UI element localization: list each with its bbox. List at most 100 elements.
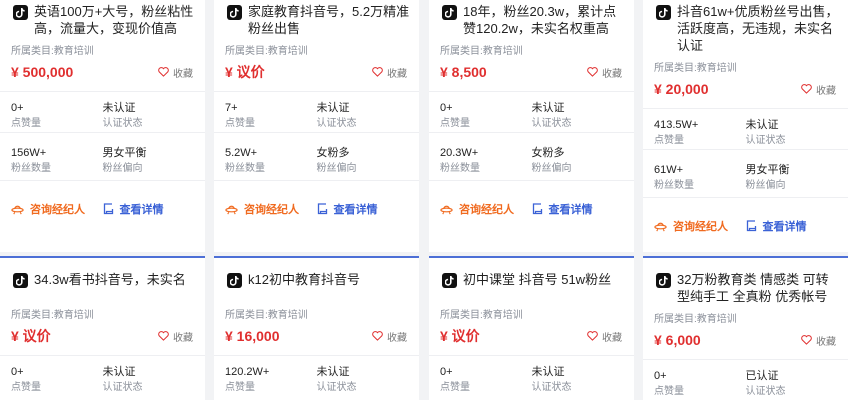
fans-label: 粉丝数量 [654, 180, 694, 191]
likes-value: 413.5W+ [654, 119, 699, 131]
document-icon [317, 203, 327, 215]
heart-icon [587, 331, 598, 341]
card-title[interactable]: 初中课堂 抖音号 51w粉丝 [463, 271, 611, 288]
listing-card[interactable]: 家庭教育抖音号，5.2万精准粉丝出售 所属类目:教育培训 ¥ 议价 收藏 7+ 点… [214, 0, 419, 252]
favorite-button[interactable]: 收藏 [801, 333, 836, 348]
listing-card[interactable]: 英语100万+大号，粉丝粘性高，流量大，变现价值高 所属类目:教育培训 ¥ 50… [0, 0, 205, 252]
card-category: 所属类目:教育培训 [11, 46, 94, 57]
document-icon [532, 203, 542, 215]
likes-value: 120.2W+ [225, 366, 270, 378]
likes-label: 点赞量 [440, 118, 470, 129]
consult-agent-button[interactable]: 咨询经纪人 [654, 218, 746, 234]
heart-icon [372, 331, 383, 341]
cert-value: 未认证 [531, 102, 565, 114]
bias-value: 男女平衡 [102, 147, 147, 159]
likes-value: 0+ [654, 370, 667, 382]
document-icon [746, 220, 756, 232]
heart-icon [372, 67, 383, 77]
card-title[interactable]: 34.3w看书抖音号，未实名 [34, 271, 186, 288]
listing-card[interactable]: 抖音61w+优质粉丝号出售，活跃度高，无违规，未实名认证 所属类目:教育培训 ¥… [643, 0, 848, 252]
douyin-icon [227, 273, 242, 288]
consult-agent-button[interactable]: 咨询经纪人 [440, 201, 532, 217]
card-title[interactable]: 32万粉教育类 情感类 可转型纯手工 全真粉 优秀帐号 [677, 271, 840, 305]
heart-icon [801, 335, 812, 345]
likes-value: 7+ [225, 102, 238, 114]
cert-value: 未认证 [316, 366, 350, 378]
view-detail-button[interactable]: 查看详情 [532, 201, 624, 217]
cert-value: 未认证 [316, 102, 350, 114]
cert-label: 认证状态 [745, 386, 786, 397]
cert-value: 未认证 [102, 366, 136, 378]
bias-label: 粉丝偏向 [531, 163, 572, 174]
fans-value: 20.3W+ [440, 147, 479, 159]
ufo-icon [654, 222, 667, 231]
card-price: ¥ 议价 [440, 328, 480, 344]
card-category: 所属类目:教育培训 [225, 46, 308, 57]
bias-value: 女粉多 [316, 147, 350, 159]
favorite-button[interactable]: 收藏 [587, 329, 622, 344]
favorite-button[interactable]: 收藏 [372, 329, 407, 344]
bias-label: 粉丝偏向 [745, 180, 786, 191]
card-category: 所属类目:教育培训 [225, 310, 308, 321]
douyin-icon [13, 5, 28, 20]
card-category: 所属类目:教育培训 [654, 63, 737, 74]
card-title-row: k12初中教育抖音号 [214, 271, 419, 288]
card-category: 所属类目:教育培训 [440, 310, 523, 321]
card-title-row: 抖音61w+优质粉丝号出售，活跃度高，无违规，未实名认证 [643, 3, 848, 54]
favorite-button[interactable]: 收藏 [158, 329, 193, 344]
card-title[interactable]: k12初中教育抖音号 [248, 271, 360, 288]
view-detail-button[interactable]: 查看详情 [746, 218, 838, 234]
cert-label: 认证状态 [531, 118, 572, 129]
card-title-row: 32万粉教育类 情感类 可转型纯手工 全真粉 优秀帐号 [643, 271, 848, 305]
favorite-button[interactable]: 收藏 [587, 65, 622, 80]
ufo-icon [225, 205, 238, 214]
card-title[interactable]: 18年，粉丝20.3w，累计点赞120.2w，未实名权重高 [463, 3, 626, 37]
listing-card[interactable]: 32万粉教育类 情感类 可转型纯手工 全真粉 优秀帐号 所属类目:教育培训 ¥ … [643, 256, 848, 400]
cert-label: 认证状态 [316, 118, 357, 129]
fans-value: 61W+ [654, 164, 684, 176]
card-title-row: 英语100万+大号，粉丝粘性高，流量大，变现价值高 [0, 3, 205, 37]
douyin-icon [442, 5, 457, 20]
card-price: ¥ 16,000 [225, 328, 280, 344]
cert-label: 认证状态 [316, 382, 357, 393]
listing-card[interactable]: k12初中教育抖音号 所属类目:教育培训 ¥ 16,000 收藏 120.2W+… [214, 256, 419, 400]
douyin-icon [656, 273, 671, 288]
card-title[interactable]: 抖音61w+优质粉丝号出售，活跃度高，无违规，未实名认证 [677, 3, 840, 54]
card-price: ¥ 8,500 [440, 64, 487, 80]
cert-value: 已认证 [745, 370, 779, 382]
card-title-row: 18年，粉丝20.3w，累计点赞120.2w，未实名权重高 [429, 3, 634, 37]
card-category: 所属类目:教育培训 [440, 46, 523, 57]
douyin-icon [442, 273, 457, 288]
listing-card[interactable]: 初中课堂 抖音号 51w粉丝 所属类目:教育培训 ¥ 议价 收藏 0+ 点赞量 未… [429, 256, 634, 400]
cert-value: 未认证 [745, 119, 779, 131]
likes-label: 点赞量 [654, 135, 684, 146]
favorite-button[interactable]: 收藏 [801, 82, 836, 97]
favorite-button[interactable]: 收藏 [158, 65, 193, 80]
card-title[interactable]: 英语100万+大号，粉丝粘性高，流量大，变现价值高 [34, 3, 197, 37]
favorite-button[interactable]: 收藏 [372, 65, 407, 80]
heart-icon [587, 67, 598, 77]
document-icon [103, 203, 113, 215]
card-price: ¥ 20,000 [654, 81, 709, 97]
cert-value: 未认证 [531, 366, 565, 378]
card-title[interactable]: 家庭教育抖音号，5.2万精准粉丝出售 [248, 3, 411, 37]
fans-label: 粉丝数量 [11, 163, 51, 174]
consult-agent-button[interactable]: 咨询经纪人 [225, 201, 317, 217]
card-price: ¥ 议价 [11, 328, 51, 344]
listing-card[interactable]: 18年，粉丝20.3w，累计点赞120.2w，未实名权重高 所属类目:教育培训 … [429, 0, 634, 252]
likes-label: 点赞量 [225, 118, 255, 129]
card-price: ¥ 500,000 [11, 64, 74, 80]
likes-label: 点赞量 [440, 382, 470, 393]
listing-card[interactable]: 34.3w看书抖音号，未实名 所属类目:教育培训 ¥ 议价 收藏 0+ 点赞量 未… [0, 256, 205, 400]
consult-agent-button[interactable]: 咨询经纪人 [11, 201, 103, 217]
view-detail-button[interactable]: 查看详情 [103, 201, 195, 217]
cert-label: 认证状态 [102, 382, 143, 393]
cert-label: 认证状态 [745, 135, 786, 146]
douyin-icon [656, 5, 671, 20]
likes-value: 0+ [440, 102, 453, 114]
heart-icon [801, 84, 812, 94]
fans-value: 5.2W+ [225, 147, 258, 159]
card-price: ¥ 议价 [225, 64, 265, 80]
bias-value: 女粉多 [531, 147, 565, 159]
view-detail-button[interactable]: 查看详情 [317, 201, 409, 217]
